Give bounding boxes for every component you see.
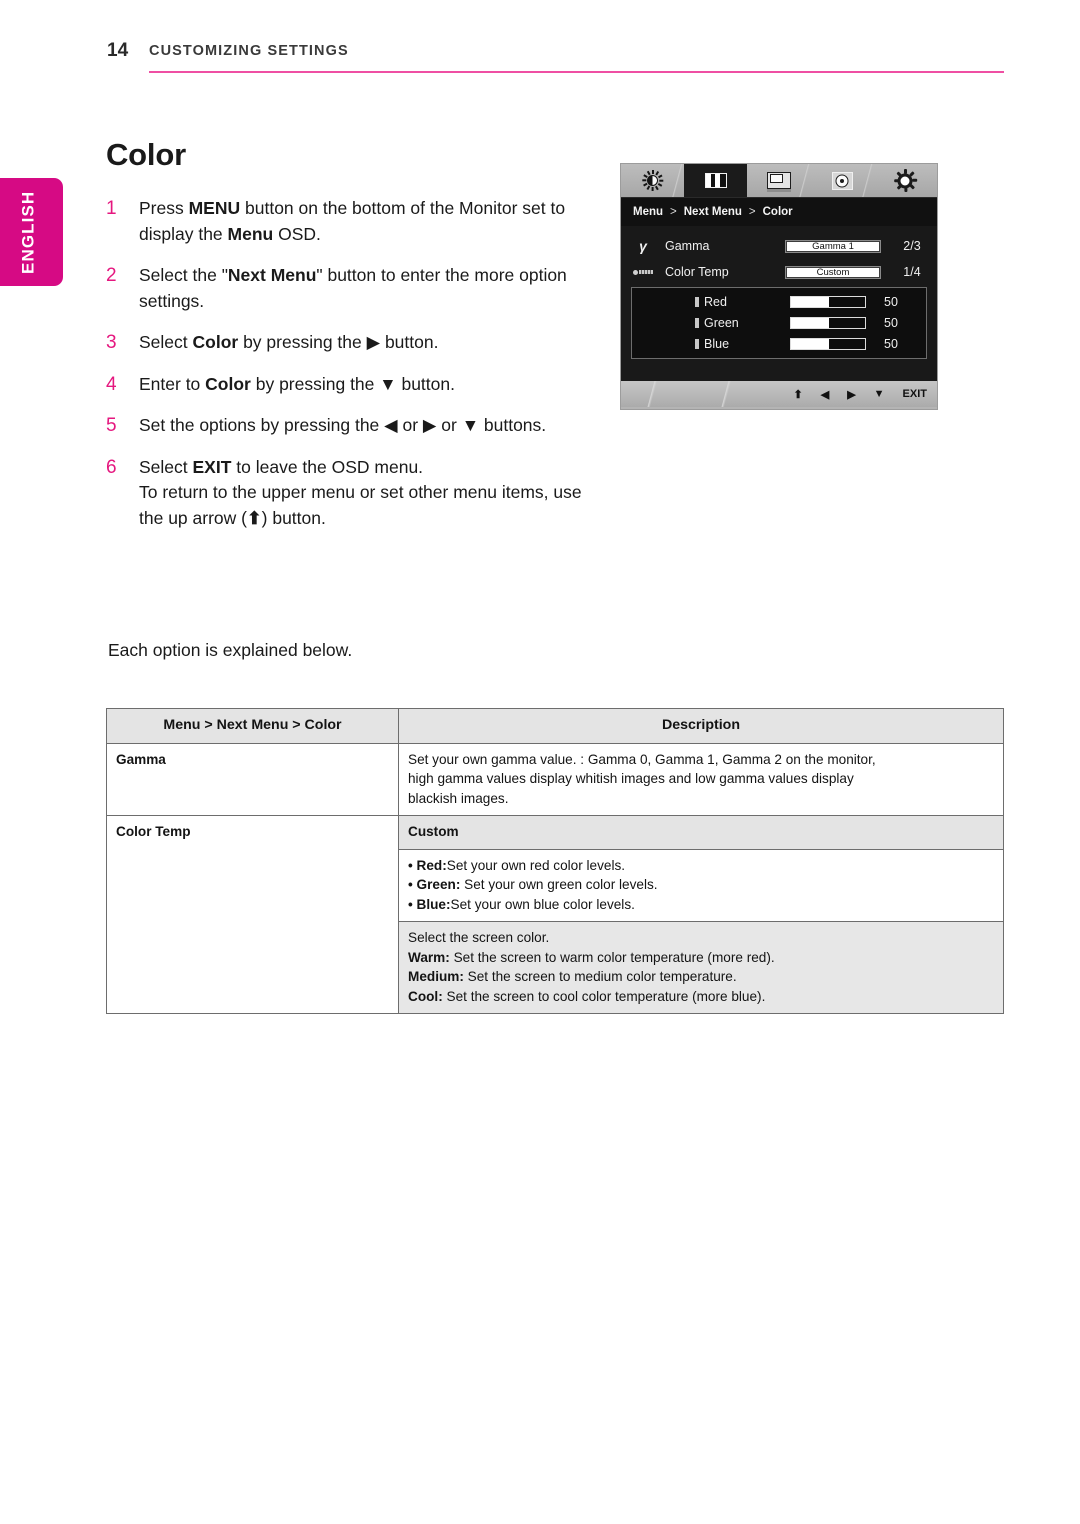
desc-bullet: • Blue:Set your own blue color levels. <box>408 896 635 912</box>
instruction-step: 3 Select Color by pressing the ▶ button. <box>106 330 606 356</box>
row-sub-header-custom: Custom <box>398 815 1004 850</box>
instruction-step: 2 Select the "Next Menu" button to enter … <box>106 263 606 314</box>
red-value: 50 <box>884 294 898 309</box>
green-chip-icon <box>690 317 704 328</box>
row-key-color-temp: Color Temp <box>106 815 399 1014</box>
page-number: 14 <box>107 40 129 61</box>
rgb-label: Green <box>704 315 739 330</box>
osd-icon-tabs <box>621 164 937 197</box>
osd-row-label: Gamma <box>665 239 710 253</box>
step-number: 5 <box>106 415 117 436</box>
step-text: Press MENU button on the bottom of the M… <box>139 198 566 244</box>
osd-rgb-group: Red 50 Green 50 Blue 50 <box>631 287 927 359</box>
desc-line: blackish images. <box>408 790 509 806</box>
step-text: Select the "Next Menu" button to enter t… <box>139 265 567 311</box>
instruction-step: 6 Select EXIT to leave the OSD menu. To re… <box>106 455 606 532</box>
breadcrumb-root: Menu <box>633 206 664 218</box>
gear-icon[interactable] <box>874 164 937 197</box>
each-option-note: Each option is explained below. <box>108 640 353 660</box>
breadcrumb-sep-2: > <box>748 206 756 218</box>
desc-line: high gamma values display whitish images… <box>408 771 854 786</box>
step-text: Set the options by pressing the ◀ or ▶ o… <box>139 415 547 435</box>
header-menu-path: Menu > Next Menu > Color <box>106 708 399 744</box>
color-temp-index: 1/4 <box>903 265 921 279</box>
step-text: Select Color by pressing the ▶ button. <box>139 332 439 352</box>
gamma-icon: γ <box>639 238 647 254</box>
osd-row-label: Color Temp <box>665 265 729 279</box>
desc-bullet: • Green: Set your own green color levels… <box>408 877 658 892</box>
green-slider[interactable] <box>790 316 868 329</box>
step-number: 3 <box>106 332 117 353</box>
osd-row-color-temp[interactable]: Color Temp Custom 1/4 <box>621 259 937 285</box>
step-text: Enter to Color by pressing the ▼ button. <box>139 373 455 394</box>
screen-icon[interactable] <box>747 164 812 197</box>
red-chip-icon <box>690 296 704 307</box>
step-number: 1 <box>106 198 117 219</box>
step-number: 2 <box>106 265 117 286</box>
breadcrumb-mid: Next Menu <box>683 206 742 218</box>
green-value: 50 <box>884 315 898 330</box>
table-row: Gamma Set your own gamma value. : Gamma … <box>106 742 1004 816</box>
disc-icon[interactable] <box>811 164 875 197</box>
osd-row-red[interactable]: Red 50 <box>632 291 926 312</box>
step-subtext: To return to the upper menu or set other… <box>139 482 582 528</box>
brightness-icon[interactable] <box>621 164 686 197</box>
blue-slider[interactable] <box>790 337 868 350</box>
desc-line: Medium: Set the screen to medium color t… <box>408 969 737 984</box>
osd-row-gamma[interactable]: γ Gamma Gamma 1 2/3 <box>621 233 937 259</box>
contrast-icon[interactable] <box>684 164 748 197</box>
table-row: Color Temp Custom <box>106 815 1004 1014</box>
step-number: 6 <box>106 456 117 478</box>
row-key-gamma: Gamma <box>106 742 399 816</box>
osd-row-value-wrap[interactable]: Gamma 1 <box>785 239 889 253</box>
exit-button[interactable]: EXIT <box>903 388 927 400</box>
desc-line: Warm: Set the screen to warm color tempe… <box>408 949 775 965</box>
desc-line: Select the screen color. <box>408 930 550 945</box>
page-header: 14 CUSTOMIZING SETTINGS <box>0 40 1080 80</box>
red-slider[interactable] <box>790 295 868 308</box>
desc-line: Cool: Set the screen to cool color tempe… <box>408 988 766 1004</box>
blue-chip-icon <box>690 338 704 349</box>
osd-breadcrumb: Menu > Next Menu > Color <box>621 197 937 226</box>
row-desc-rgb: • Red:Set your own red color levels. • Gr… <box>398 848 1004 922</box>
osd-preview: Menu > Next Menu > Color γ Gamma Gamma 1… <box>620 163 938 410</box>
up-arrow-icon[interactable]: ⬆ <box>794 388 803 401</box>
page-title: Color <box>106 137 186 172</box>
osd-row-green[interactable]: Green 50 <box>632 312 926 333</box>
instruction-step: 1 Press MENU button on the bottom of the … <box>106 196 606 247</box>
desc-line: Set your own gamma value. : Gamma 0, Gam… <box>408 751 876 767</box>
language-tab-label: ENGLISH <box>18 190 38 274</box>
row-desc-screen-color: Select the screen color. Warm: Set the sc… <box>398 921 1004 1014</box>
step-text: Select EXIT to leave the OSD menu. <box>139 456 424 477</box>
header-divider <box>149 71 1004 73</box>
header-title: CUSTOMIZING SETTINGS <box>149 43 349 59</box>
step-number: 4 <box>106 373 117 395</box>
header-description: Description <box>398 708 1004 744</box>
down-arrow-icon[interactable]: ▼ <box>874 388 885 400</box>
instruction-step: 5 Set the options by pressing the ◀ or ▶ … <box>106 413 606 439</box>
gamma-value-pill[interactable]: Gamma 1 <box>785 239 881 253</box>
instruction-steps: 1 Press MENU button on the bottom of the … <box>106 196 606 547</box>
left-arrow-icon[interactable]: ◀ <box>821 388 829 401</box>
rgb-label: Red <box>704 294 727 309</box>
right-arrow-icon[interactable]: ▶ <box>847 388 855 401</box>
color-temp-icon <box>621 269 665 276</box>
breadcrumb-leaf: Color <box>762 206 793 218</box>
color-temp-value-pill[interactable]: Custom <box>785 265 881 279</box>
blue-value: 50 <box>884 336 898 351</box>
row-desc-gamma: Set your own gamma value. : Gamma 0, Gam… <box>398 742 1004 816</box>
osd-row-value-wrap[interactable]: Custom <box>785 265 889 279</box>
options-table: Menu > Next Menu > Color Description Gam… <box>106 708 1004 1014</box>
table-header-row: Menu > Next Menu > Color Description <box>106 708 1004 744</box>
osd-body: γ Gamma Gamma 1 2/3 Color Temp Custom 1/… <box>621 226 937 381</box>
language-tab: ENGLISH <box>0 178 63 286</box>
breadcrumb-sep-1: > <box>670 206 677 218</box>
gamma-index: 2/3 <box>903 239 921 253</box>
manual-page: 14 CUSTOMIZING SETTINGS ENGLISH Color 1 P… <box>0 0 1080 1524</box>
osd-footer: ⬆ ◀ ▶ ▼ EXIT <box>621 381 937 407</box>
instruction-step: 4 Enter to Color by pressing the ▼ button… <box>106 372 606 398</box>
osd-row-blue[interactable]: Blue 50 <box>632 333 926 354</box>
desc-bullet: • Red:Set your own red color levels. <box>408 857 626 873</box>
rgb-label: Blue <box>704 336 730 351</box>
